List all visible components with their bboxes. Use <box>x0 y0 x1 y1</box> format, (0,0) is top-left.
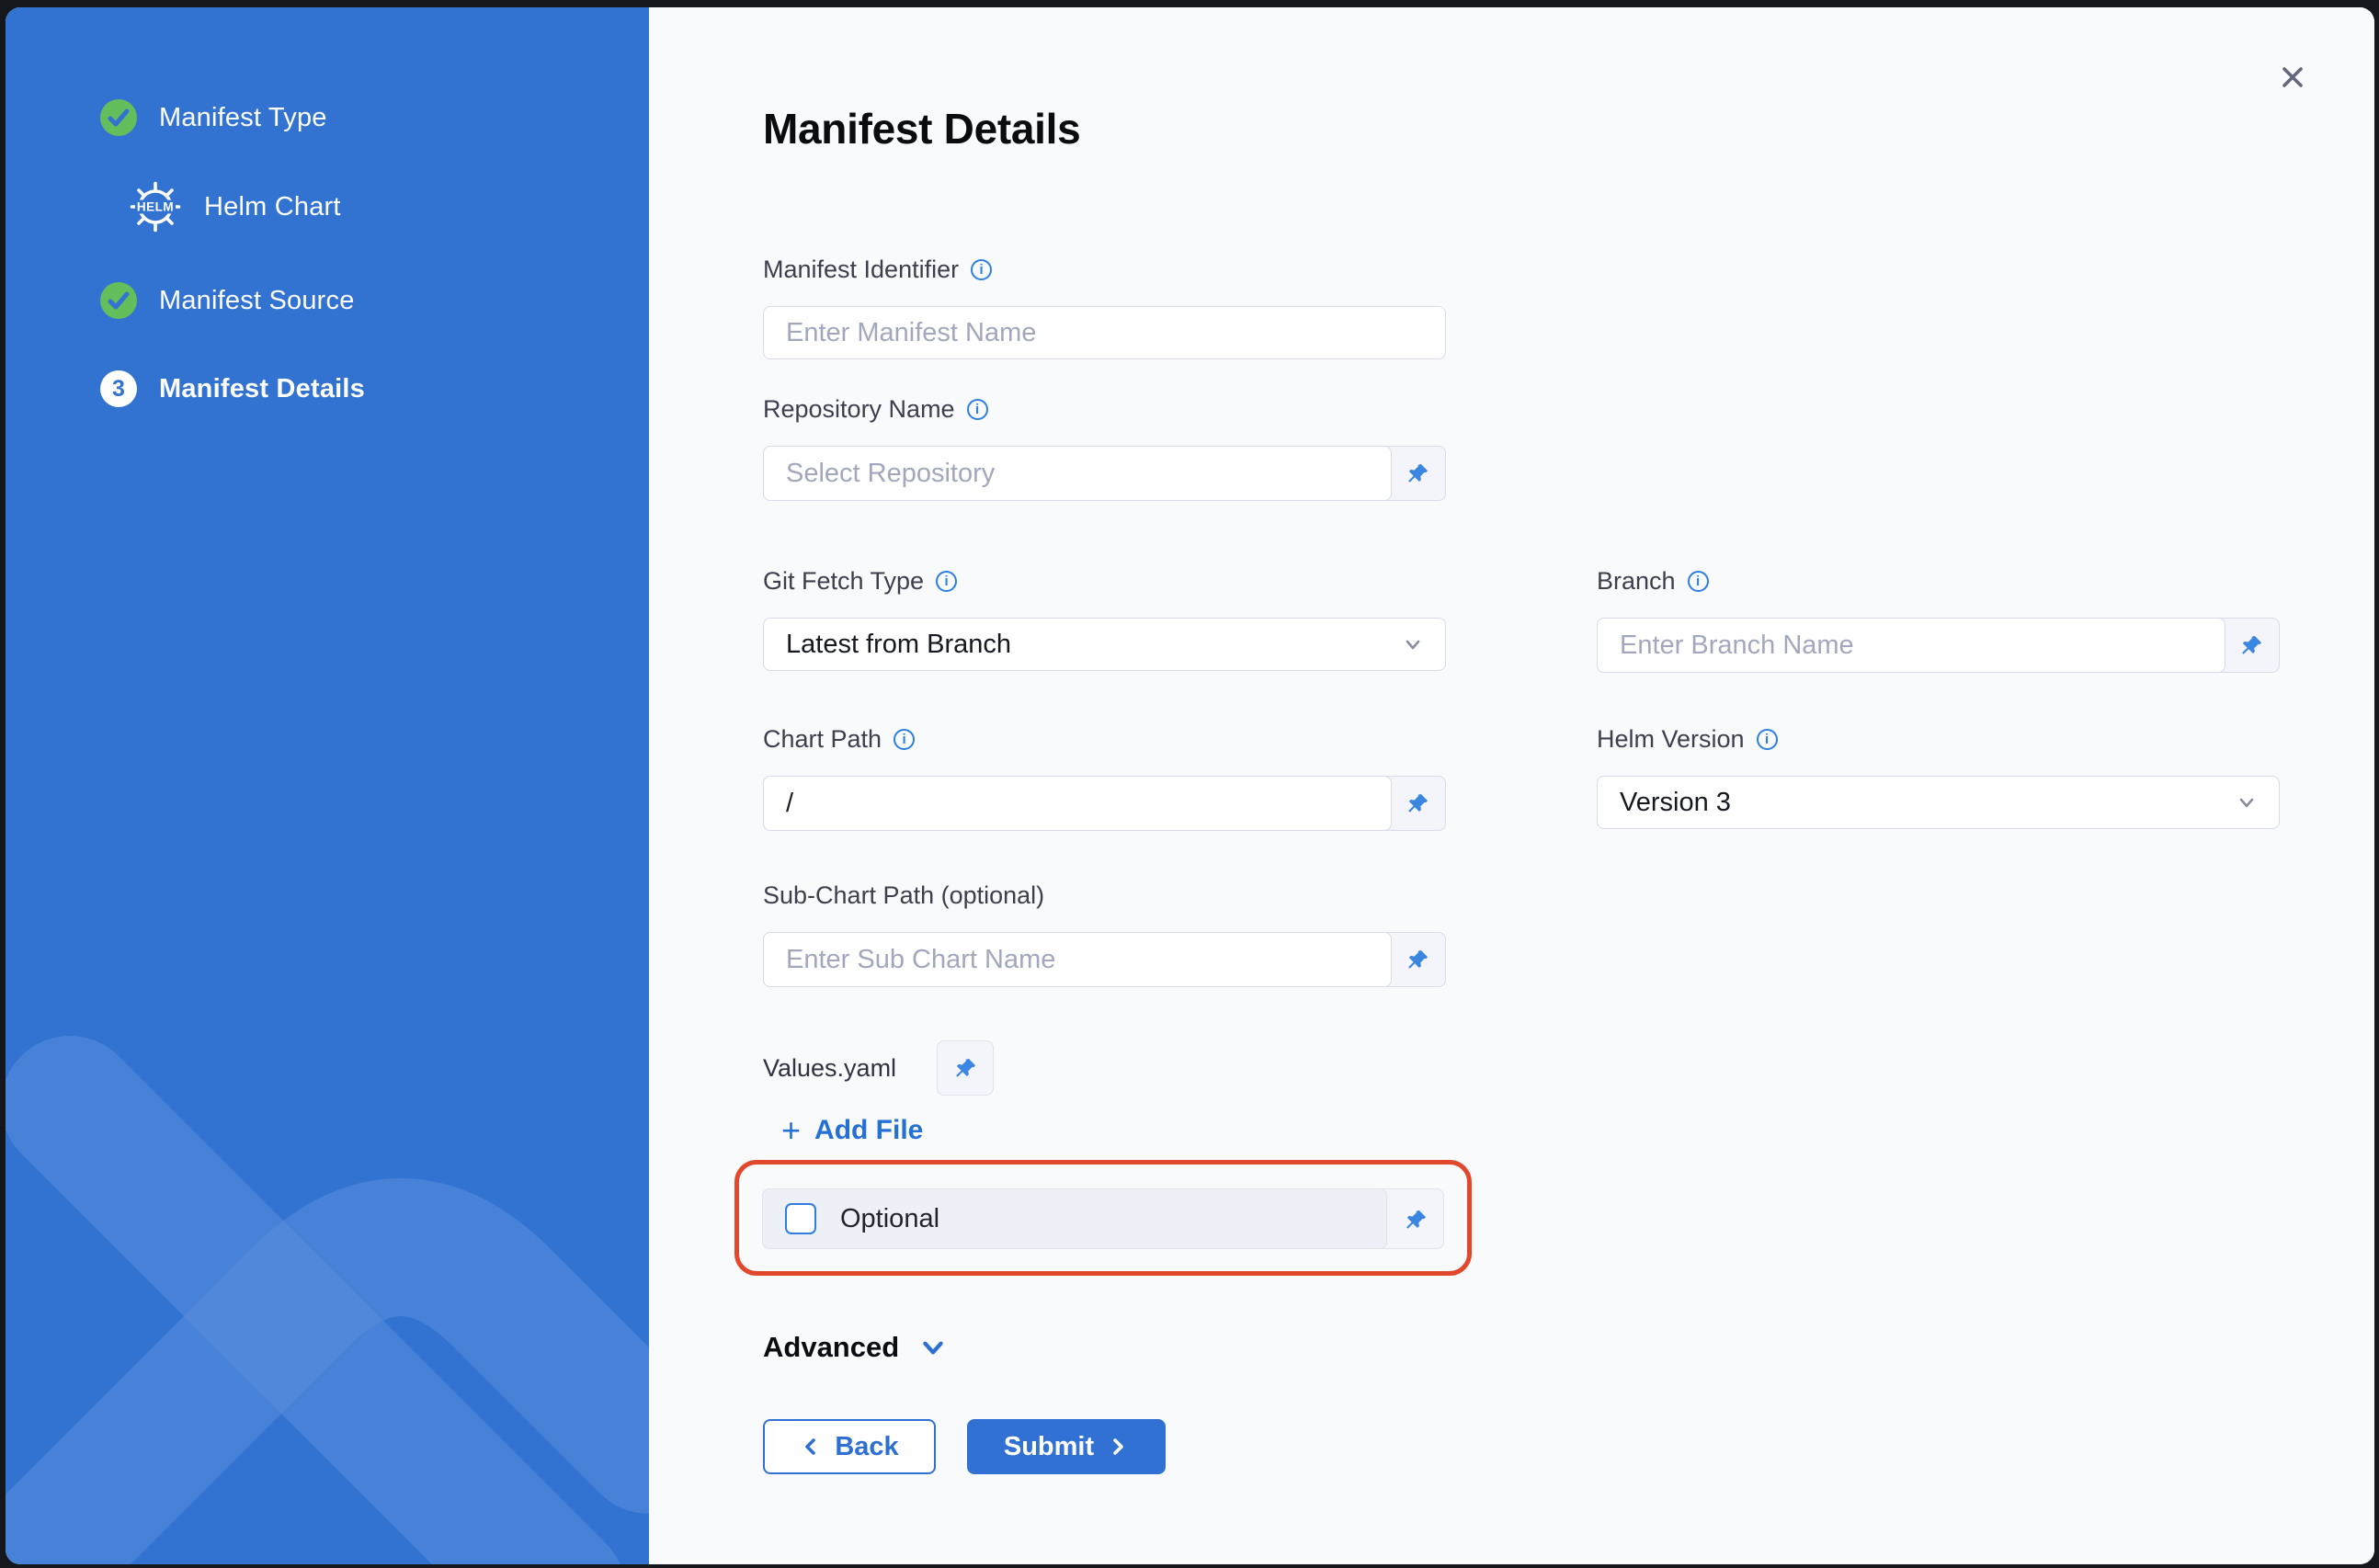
wizard-sidebar: Manifest Type H <box>6 7 649 1564</box>
step-complete-check-icon <box>100 99 137 136</box>
info-icon[interactable]: i <box>1757 729 1778 750</box>
git-fetch-type-label: Git Fetch Type <box>763 567 924 596</box>
plus-icon: + <box>781 1117 801 1144</box>
pin-icon[interactable] <box>937 1040 994 1096</box>
sub-chart-path-input[interactable] <box>763 932 1392 987</box>
values-yaml-row: Values.yaml <box>763 1040 2285 1096</box>
branch-input[interactable] <box>1597 618 2225 673</box>
branch-field <box>1597 618 2280 673</box>
optional-checkbox[interactable] <box>785 1203 816 1234</box>
chevron-right-icon <box>1107 1436 1129 1458</box>
repository-name-field <box>763 446 1446 501</box>
pin-icon[interactable] <box>1388 1189 1443 1250</box>
step-label: Manifest Source <box>159 286 355 316</box>
sidebar-step-manifest-details[interactable]: 3 Manifest Details <box>100 370 365 407</box>
helm-version-group: Helm Version i Version 3 <box>1597 723 2280 831</box>
add-file-button[interactable]: + Add File <box>781 1114 965 1147</box>
helm-chart-icon: HELM <box>129 180 182 233</box>
sidebar-step-manifest-source[interactable]: Manifest Source <box>100 282 355 319</box>
branch-group: Branch i <box>1597 565 2280 673</box>
manifest-identifier-input[interactable] <box>763 306 1446 359</box>
harness-logo-watermark <box>6 976 649 1564</box>
chevron-left-icon <box>800 1436 822 1458</box>
back-button-label: Back <box>835 1432 898 1462</box>
chart-path-field <box>763 776 1446 831</box>
optional-file-field: Optional <box>762 1188 1444 1249</box>
pin-icon[interactable] <box>2224 619 2279 672</box>
info-icon[interactable]: i <box>936 571 957 592</box>
back-button[interactable]: Back <box>763 1419 936 1474</box>
manifest-details-panel: Manifest Details Manifest Identifier i R… <box>649 7 2374 1564</box>
sub-chart-path-field <box>763 932 1446 987</box>
step-label: Manifest Type <box>159 103 327 133</box>
chevron-down-icon <box>919 1334 947 1361</box>
svg-text:HELM: HELM <box>137 200 174 214</box>
step-number-badge: 3 <box>100 370 137 407</box>
annotation-highlight-circle: Optional <box>734 1160 1472 1276</box>
submit-button[interactable]: Submit <box>967 1419 1166 1474</box>
add-file-label: Add File <box>814 1115 923 1146</box>
manifest-wizard-modal: Manifest Type H <box>6 7 2374 1564</box>
sidebar-step-helm-chart[interactable]: HELM Helm Chart <box>129 180 341 233</box>
manifest-identifier-label: Manifest Identifier <box>763 256 959 284</box>
repository-name-label: Repository Name <box>763 395 955 424</box>
chart-path-group: Chart Path i <box>763 723 1446 831</box>
sub-chart-path-group: Sub-Chart Path (optional) <box>763 880 2285 987</box>
helm-version-value: Version 3 <box>1620 788 1731 818</box>
sub-chart-path-label: Sub-Chart Path (optional) <box>763 881 1044 910</box>
info-icon[interactable]: i <box>894 729 915 750</box>
repository-name-input[interactable] <box>763 446 1392 501</box>
helm-version-select[interactable]: Version 3 <box>1597 776 2280 829</box>
manifest-identifier-group: Manifest Identifier i <box>763 254 2285 359</box>
step-complete-check-icon <box>100 282 137 319</box>
values-yaml-label: Values.yaml <box>763 1054 896 1083</box>
optional-checkbox-label: Optional <box>840 1204 939 1234</box>
git-fetch-type-group: Git Fetch Type i Latest from Branch <box>763 565 1446 673</box>
page-title: Manifest Details <box>763 103 2285 154</box>
close-icon[interactable] <box>2272 57 2313 97</box>
wizard-footer-buttons: Back Submit <box>763 1419 2285 1548</box>
pin-icon[interactable] <box>1390 933 1445 986</box>
pin-icon[interactable] <box>1390 447 1445 500</box>
chevron-down-icon <box>2235 790 2259 814</box>
info-icon[interactable]: i <box>971 259 992 280</box>
chart-path-label: Chart Path <box>763 725 882 754</box>
chevron-down-icon <box>1401 632 1425 656</box>
info-icon[interactable]: i <box>1688 571 1709 592</box>
info-icon[interactable]: i <box>967 399 988 420</box>
advanced-label: Advanced <box>763 1331 899 1364</box>
repository-name-group: Repository Name i <box>763 393 2285 501</box>
step-label: Manifest Details <box>159 374 365 404</box>
step-label: Helm Chart <box>204 192 341 222</box>
git-fetch-type-value: Latest from Branch <box>786 630 1011 660</box>
advanced-expander[interactable]: Advanced <box>763 1329 1002 1366</box>
pin-icon[interactable] <box>1390 777 1445 830</box>
git-fetch-type-select[interactable]: Latest from Branch <box>763 618 1446 671</box>
optional-file-input-disabled: Optional <box>762 1188 1387 1249</box>
helm-version-label: Helm Version <box>1597 725 1745 754</box>
branch-label: Branch <box>1597 567 1676 596</box>
chart-path-input[interactable] <box>763 776 1392 831</box>
submit-button-label: Submit <box>1004 1432 1094 1462</box>
sidebar-step-manifest-type[interactable]: Manifest Type <box>100 99 327 136</box>
